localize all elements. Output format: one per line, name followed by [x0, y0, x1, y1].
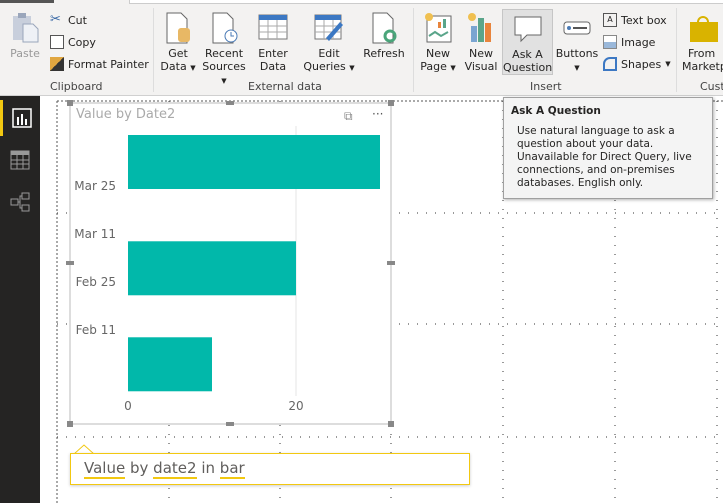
- sidebar-item-report[interactable]: [0, 100, 40, 136]
- scissors-icon: ✂: [50, 12, 61, 27]
- ribbon: Paste ✂ Cut Copy Format Painter Clipboard…: [0, 0, 723, 96]
- text-box-icon: A: [603, 13, 617, 27]
- bar-chart-visual[interactable]: Value by Date2 ⧉ ··· Mar 25 Mar 11 Feb 25 Feb …: [60, 96, 400, 436]
- marketplace-icon: [690, 16, 718, 42]
- resize-handle: [67, 100, 73, 106]
- resize-handle: [388, 421, 394, 427]
- image-icon: [603, 35, 617, 49]
- resize-handle: [226, 422, 234, 426]
- refresh-button[interactable]: Refresh: [362, 12, 406, 60]
- shapes-icon: [603, 57, 617, 71]
- new-visual-button[interactable]: New Visual: [461, 12, 501, 73]
- resize-handle: [66, 261, 74, 265]
- ask-question-tooltip: Ask A Question Use natural language to a…: [503, 97, 713, 199]
- chart-title: Value by Date2: [76, 107, 175, 122]
- edit-queries-button[interactable]: Edit Queries ▼: [303, 12, 355, 75]
- text-box-button[interactable]: A Text box: [603, 11, 667, 29]
- resize-handle: [388, 100, 394, 106]
- paste-button[interactable]: Paste: [6, 12, 44, 60]
- sidebar-item-data[interactable]: [0, 142, 40, 178]
- focus-mode-icon: ⧉: [344, 109, 353, 123]
- group-label-custom: Cust: [700, 80, 723, 93]
- bar: [128, 337, 212, 392]
- new-page-button[interactable]: New Page ▼: [418, 12, 458, 75]
- qa-input[interactable]: Value by date2 in bar: [70, 453, 470, 485]
- bar: [128, 241, 296, 296]
- qa-term: bar: [219, 459, 245, 479]
- tooltip-body: Use natural language to ask a question a…: [517, 125, 692, 189]
- get-data-button[interactable]: Get Data ▼: [158, 12, 198, 75]
- speech-bubble-icon: [514, 16, 541, 43]
- qa-word: by: [129, 459, 149, 477]
- y-tick-label: Feb 25: [76, 275, 116, 289]
- relationships-icon: [10, 192, 30, 212]
- format-painter-button[interactable]: Format Painter: [50, 55, 149, 73]
- separator: [153, 8, 154, 92]
- get-data-icon: [166, 12, 190, 44]
- image-button[interactable]: Image: [603, 33, 655, 51]
- group-label-insert: Insert: [530, 80, 562, 93]
- tooltip-title: Ask A Question: [511, 105, 601, 117]
- y-tick-label: Feb 11: [76, 323, 116, 337]
- group-label-clipboard: Clipboard: [50, 80, 103, 93]
- from-marketplace-button[interactable]: From Marketp: [682, 12, 723, 73]
- qa-word: in: [201, 459, 216, 477]
- tab-strip: [129, 0, 723, 4]
- qa-term: Value: [84, 459, 126, 479]
- x-tick-label: 20: [288, 399, 303, 413]
- button-icon: [563, 21, 591, 35]
- resize-handle: [226, 101, 234, 105]
- more-options-icon: ···: [372, 107, 383, 121]
- y-tick-label: Mar 25: [74, 179, 116, 193]
- view-sidebar: [0, 96, 40, 503]
- separator: [676, 8, 677, 92]
- data-icon: [10, 150, 30, 170]
- refresh-icon: [372, 12, 397, 44]
- bar: [128, 135, 380, 189]
- y-tick-label: Mar 11: [74, 227, 116, 241]
- cut-button[interactable]: ✂ Cut: [50, 11, 87, 29]
- recent-sources-icon: [212, 12, 238, 44]
- ask-a-question-button[interactable]: Ask A Question: [502, 9, 553, 75]
- new-page-icon: [425, 13, 452, 43]
- group-label-external-data: External data: [248, 80, 322, 93]
- resize-handle: [387, 261, 395, 265]
- resize-handle: [67, 421, 73, 427]
- copy-icon: [50, 35, 64, 49]
- x-tick-label: 0: [124, 399, 132, 413]
- sidebar-item-relationships[interactable]: [0, 184, 40, 220]
- buttons-button[interactable]: Buttons ▼: [555, 12, 599, 75]
- copy-button[interactable]: Copy: [50, 33, 96, 51]
- brush-icon: [50, 57, 64, 71]
- separator: [413, 8, 414, 92]
- recent-sources-button[interactable]: Recent Sources ▼: [200, 12, 248, 88]
- enter-data-button[interactable]: Enter Data: [253, 12, 293, 73]
- shapes-button[interactable]: Shapes ▼: [603, 55, 671, 73]
- new-visual-icon: [468, 13, 491, 42]
- table-icon: [258, 14, 288, 40]
- edit-queries-icon: [314, 14, 343, 41]
- active-tab-indicator: [0, 0, 54, 3]
- paste-icon: [13, 13, 39, 43]
- qa-term: date2: [153, 459, 197, 479]
- report-icon: [11, 108, 32, 128]
